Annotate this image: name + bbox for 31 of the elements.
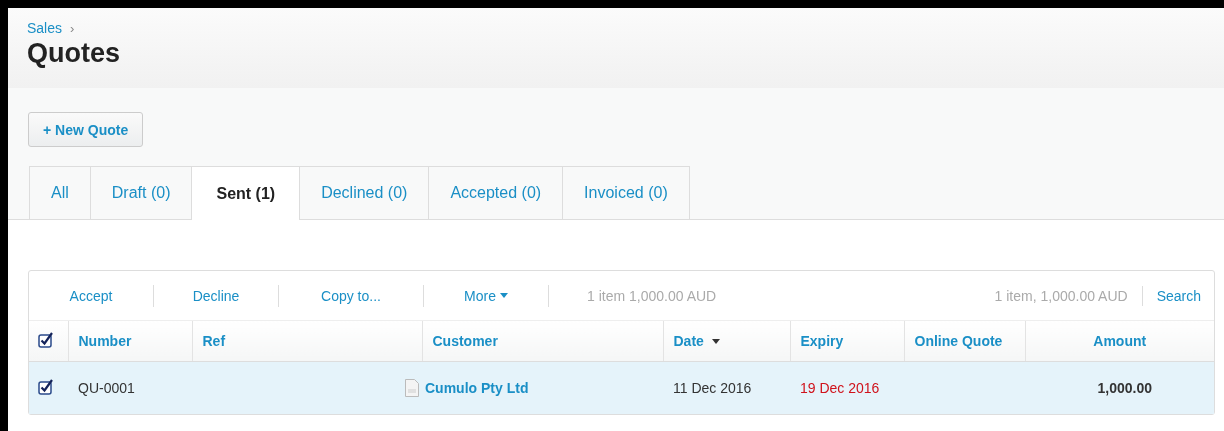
tab[interactable]: Sent (1) [191, 166, 301, 220]
tab[interactable]: All [29, 166, 91, 219]
table-row[interactable]: QU-0001 Cumulo Pty Ltd 11 Dec 2016 19 Dec 2016 1,000.00 [29, 361, 1214, 414]
column-header[interactable]: Expiry [800, 333, 844, 349]
table-cell: 11 Dec 2016 [673, 380, 752, 396]
tab[interactable]: Invoiced (0) [562, 166, 690, 219]
toolbar-button[interactable]: Decline [154, 284, 279, 307]
row-checkbox[interactable] [38, 378, 54, 395]
toolbar-button[interactable]: Accept [29, 284, 154, 307]
column-header[interactable]: Customer [432, 333, 498, 349]
toolbar-button[interactable]: More [424, 284, 549, 307]
column-header[interactable]: Ref [202, 333, 226, 349]
customer-link[interactable]: Cumulo Pty Ltd [425, 380, 529, 396]
selection-summary: 1 item 1,000.00 AUD [587, 287, 717, 304]
toolbar-button[interactable]: Copy to... [279, 284, 424, 307]
new-quote-button[interactable]: + New Quote [28, 112, 144, 147]
total-summary: 1 item, 1,000.00 AUD [994, 287, 1128, 304]
sort-down-icon [711, 338, 720, 344]
breadcrumb-separator: › [70, 20, 75, 36]
breadcrumb-link[interactable]: Sales [27, 20, 63, 36]
amount: 1,000.00 [1097, 380, 1152, 396]
page-title: Quotes [27, 38, 121, 69]
column-header[interactable]: Number [78, 333, 132, 349]
select-all-checkbox[interactable] [38, 331, 54, 348]
column-header[interactable]: Amount [1093, 333, 1147, 349]
caret-icon [499, 293, 508, 298]
quote-number: QU-0001 [78, 380, 135, 396]
search-link[interactable]: Search [1141, 285, 1214, 306]
document-icon [405, 379, 419, 397]
column-header[interactable]: Date [673, 333, 720, 349]
expiry-date: 19 Dec 2016 [800, 380, 880, 396]
